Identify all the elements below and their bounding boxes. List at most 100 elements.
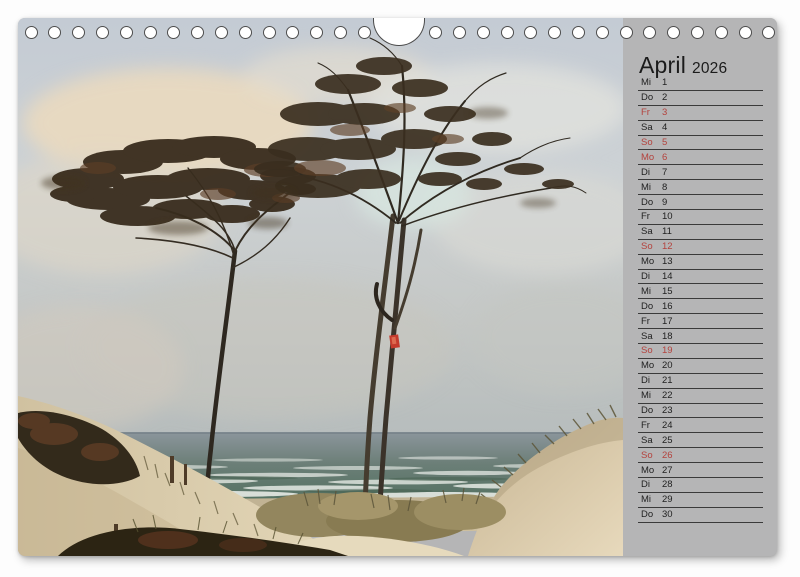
binding-hole bbox=[739, 26, 752, 39]
calendar-panel: April2026 Mi1Do2Fr3Sa4So5Mo6Di7Mi8Do9Fr1… bbox=[623, 18, 777, 556]
calendar-day-row: Mi15 bbox=[638, 284, 763, 299]
calendar-day-row: Mo20 bbox=[638, 359, 763, 374]
calendar-day-row: Di7 bbox=[638, 165, 763, 180]
binding-hole bbox=[120, 26, 133, 39]
calendar-day-row: Do23 bbox=[638, 404, 763, 419]
day-number: 6 bbox=[662, 153, 667, 163]
calendar-day-row: So12 bbox=[638, 240, 763, 255]
weekday-abbr: Fr bbox=[641, 317, 662, 327]
day-number: 27 bbox=[662, 466, 673, 476]
binding-hole bbox=[691, 26, 704, 39]
weekday-abbr: Mo bbox=[641, 257, 662, 267]
weekday-abbr: Sa bbox=[641, 227, 662, 237]
binding-hole bbox=[334, 26, 347, 39]
day-number: 19 bbox=[662, 346, 673, 356]
day-number: 26 bbox=[662, 451, 673, 461]
day-number: 1 bbox=[662, 78, 667, 88]
calendar-day-row: So26 bbox=[638, 448, 763, 463]
calendar-day-row: So19 bbox=[638, 344, 763, 359]
day-number: 25 bbox=[662, 436, 673, 446]
day-number: 17 bbox=[662, 317, 673, 327]
calendar-day-row: Di21 bbox=[638, 374, 763, 389]
day-number: 9 bbox=[662, 198, 667, 208]
binding-hole bbox=[453, 26, 466, 39]
calendar-day-row: Mi29 bbox=[638, 493, 763, 508]
binding-hole bbox=[548, 26, 561, 39]
calendar-day-row: Di28 bbox=[638, 478, 763, 493]
day-number: 13 bbox=[662, 257, 673, 267]
calendar-day-row: Do2 bbox=[638, 91, 763, 106]
calendar-day-row: Sa4 bbox=[638, 121, 763, 136]
calendar-day-row: Sa25 bbox=[638, 433, 763, 448]
page-title: April 2026 bbox=[639, 52, 727, 79]
binding-hole bbox=[667, 26, 680, 39]
calendar-day-row: Fr24 bbox=[638, 418, 763, 433]
day-number: 30 bbox=[662, 510, 673, 520]
photo-westwind-trees bbox=[18, 18, 623, 556]
day-number: 16 bbox=[662, 302, 673, 312]
weekday-abbr: Do bbox=[641, 302, 662, 312]
calendar-day-row: Fr3 bbox=[638, 106, 763, 121]
calendar-day-row: Do30 bbox=[638, 508, 763, 523]
binding-hole bbox=[144, 26, 157, 39]
binding-hole bbox=[239, 26, 252, 39]
day-number: 7 bbox=[662, 168, 667, 178]
binding-hole bbox=[263, 26, 276, 39]
calendar-page: April2026 Mi1Do2Fr3Sa4So5Mo6Di7Mi8Do9Fr1… bbox=[18, 18, 777, 556]
calendar-day-row: Do16 bbox=[638, 299, 763, 314]
weekday-abbr: Do bbox=[641, 406, 662, 416]
day-number: 8 bbox=[662, 183, 667, 193]
calendar-day-row: Fr10 bbox=[638, 210, 763, 225]
day-number: 12 bbox=[662, 242, 673, 252]
weekday-abbr: Sa bbox=[641, 123, 662, 133]
day-list: Mi1Do2Fr3Sa4So5Mo6Di7Mi8Do9Fr10Sa11So12M… bbox=[638, 76, 763, 523]
weekday-abbr: Sa bbox=[641, 332, 662, 342]
binding-hole bbox=[72, 26, 85, 39]
weekday-abbr: Mi bbox=[641, 78, 662, 88]
day-number: 4 bbox=[662, 123, 667, 133]
calendar-day-row: Mi8 bbox=[638, 180, 763, 195]
month-title: April bbox=[639, 52, 686, 78]
calendar-day-row: Mo13 bbox=[638, 255, 763, 270]
day-number: 24 bbox=[662, 421, 673, 431]
day-number: 29 bbox=[662, 495, 673, 505]
weekday-abbr: Mo bbox=[641, 153, 662, 163]
weekday-abbr: Di bbox=[641, 376, 662, 386]
weekday-abbr: Fr bbox=[641, 108, 662, 118]
calendar-day-row: Fr17 bbox=[638, 314, 763, 329]
binding-hole bbox=[96, 26, 109, 39]
binding-hole bbox=[429, 26, 442, 39]
weekday-abbr: Mi bbox=[641, 287, 662, 297]
weekday-abbr: Do bbox=[641, 93, 662, 103]
binding-hole bbox=[501, 26, 514, 39]
weekday-abbr: Sa bbox=[641, 436, 662, 446]
weekday-abbr: Mi bbox=[641, 183, 662, 193]
day-number: 2 bbox=[662, 93, 667, 103]
weekday-abbr: Di bbox=[641, 480, 662, 490]
day-number: 22 bbox=[662, 391, 673, 401]
binding-hole bbox=[477, 26, 490, 39]
calendar-day-row: Mi1 bbox=[638, 76, 763, 91]
weekday-abbr: Mi bbox=[641, 391, 662, 401]
binding-hole bbox=[572, 26, 585, 39]
day-number: 18 bbox=[662, 332, 673, 342]
calendar-day-row: Do9 bbox=[638, 195, 763, 210]
day-number: 15 bbox=[662, 287, 673, 297]
calendar-day-row: So5 bbox=[638, 136, 763, 151]
binding-hole bbox=[715, 26, 728, 39]
day-number: 28 bbox=[662, 480, 673, 490]
day-number: 21 bbox=[662, 376, 673, 386]
calendar-day-row: Mi22 bbox=[638, 389, 763, 404]
calendar-day-row: Sa18 bbox=[638, 329, 763, 344]
year-label: 2026 bbox=[692, 60, 727, 77]
red-trunk-marker bbox=[389, 334, 400, 348]
weekday-abbr: Mi bbox=[641, 495, 662, 505]
weekday-abbr: Fr bbox=[641, 421, 662, 431]
binding-hole bbox=[620, 26, 633, 39]
weekday-abbr: Mo bbox=[641, 361, 662, 371]
day-number: 3 bbox=[662, 108, 667, 118]
weekday-abbr: So bbox=[641, 138, 662, 148]
calendar-day-row: Sa11 bbox=[638, 225, 763, 240]
day-number: 11 bbox=[662, 227, 672, 237]
binding-hole bbox=[191, 26, 204, 39]
